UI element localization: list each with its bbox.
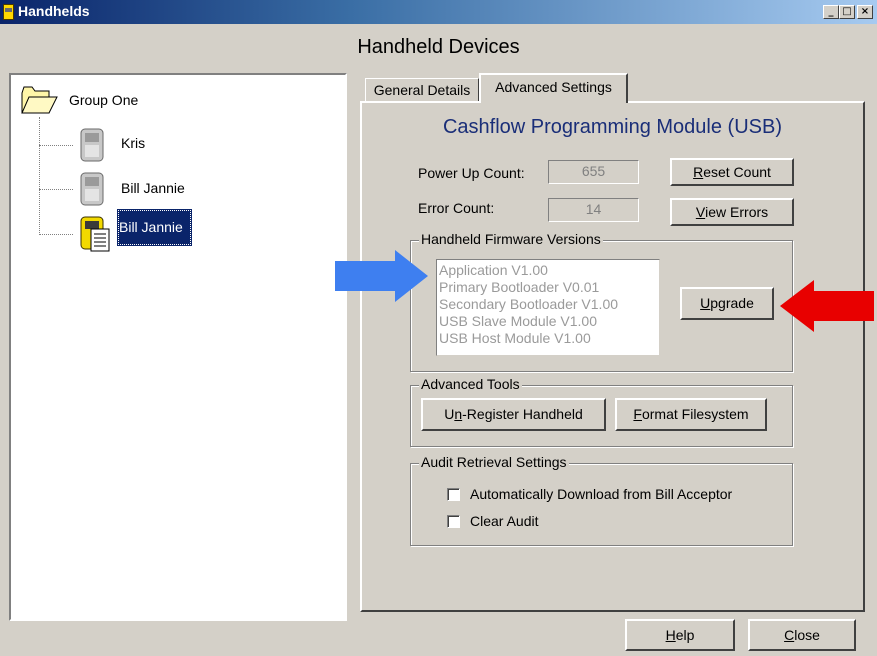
close-window-button[interactable]: × bbox=[857, 5, 873, 19]
maximize-button[interactable]: □ bbox=[839, 5, 855, 19]
tree-root-label[interactable]: Group One bbox=[69, 92, 138, 108]
view-errors-button[interactable]: View Errors bbox=[670, 198, 794, 226]
handheld-device-icon bbox=[80, 128, 104, 162]
clear-audit-checkbox[interactable] bbox=[447, 515, 460, 528]
tree-connector bbox=[39, 234, 73, 235]
list-item: Primary Bootloader V0.01 bbox=[439, 279, 600, 295]
tab-advanced-settings[interactable]: Advanced Settings bbox=[479, 73, 628, 103]
clear-audit-label[interactable]: Clear Audit bbox=[470, 513, 538, 529]
page-title: Handheld Devices bbox=[357, 36, 520, 58]
error-count-field: 14 bbox=[548, 198, 639, 222]
folder-open-icon bbox=[21, 86, 58, 114]
auto-download-label[interactable]: Automatically Download from Bill Accepto… bbox=[470, 486, 732, 502]
handheld-device-icon bbox=[80, 172, 104, 206]
tree-item-label-selected[interactable]: Bill Jannie bbox=[117, 209, 192, 246]
reset-count-button[interactable]: Reset Count bbox=[670, 158, 794, 186]
handheld-device-active-icon bbox=[80, 216, 110, 252]
red-arrow-annotation bbox=[780, 280, 874, 332]
audit-settings-group-title: Audit Retrieval Settings bbox=[419, 454, 569, 470]
error-count-label: Error Count: bbox=[418, 200, 495, 216]
minimize-button[interactable]: _ bbox=[823, 5, 839, 19]
tree-connector bbox=[39, 145, 73, 146]
window-title: Handhelds bbox=[18, 3, 90, 19]
format-filesystem-button[interactable]: Format Filesystem bbox=[615, 398, 767, 431]
audit-settings-group: Audit Retrieval Settings bbox=[410, 454, 793, 546]
list-item: Secondary Bootloader V1.00 bbox=[439, 296, 619, 312]
device-tree[interactable]: Group One Kris Bill Jannie Bill Jannie bbox=[9, 73, 347, 621]
upgrade-button[interactable]: Upgrade bbox=[680, 287, 774, 320]
tab-general-details[interactable]: General Details bbox=[365, 78, 479, 102]
firmware-version-list[interactable]: Application V1.00 Primary Bootloader V0.… bbox=[436, 259, 660, 356]
power-up-count-label: Power Up Count: bbox=[418, 165, 525, 181]
tree-connector bbox=[39, 117, 40, 235]
unregister-handheld-button[interactable]: Un-Register Handheld bbox=[421, 398, 606, 431]
tree-item-label[interactable]: Bill Jannie bbox=[121, 180, 185, 196]
auto-download-checkbox[interactable] bbox=[447, 488, 460, 501]
blue-arrow-annotation bbox=[335, 250, 428, 302]
list-item: USB Host Module V1.00 bbox=[439, 330, 591, 346]
tree-item-label[interactable]: Kris bbox=[121, 135, 145, 151]
tree-connector bbox=[39, 189, 73, 190]
module-title: Cashflow Programming Module (USB) bbox=[442, 116, 782, 138]
firmware-group-title: Handheld Firmware Versions bbox=[419, 231, 603, 247]
list-item: USB Slave Module V1.00 bbox=[439, 313, 597, 329]
help-button[interactable]: Help bbox=[625, 619, 735, 651]
advanced-tools-group-title: Advanced Tools bbox=[419, 376, 522, 392]
title-bar[interactable]: Handhelds _ □ × bbox=[0, 0, 877, 24]
list-item: Application V1.00 bbox=[439, 262, 548, 278]
power-up-count-field: 655 bbox=[548, 160, 639, 184]
close-button[interactable]: Close bbox=[748, 619, 856, 651]
app-icon bbox=[3, 4, 14, 20]
